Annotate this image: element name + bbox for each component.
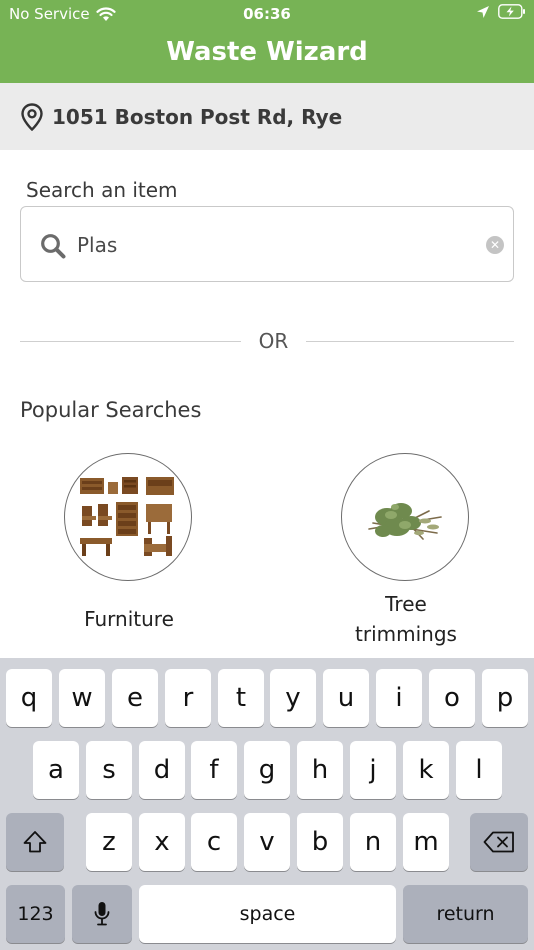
app-title: Waste Wizard: [166, 37, 368, 67]
key-l[interactable]: l: [456, 741, 502, 799]
key-v[interactable]: v: [244, 813, 290, 871]
key-r[interactable]: r: [165, 669, 211, 727]
divider-line-left: [20, 341, 241, 342]
key-u[interactable]: u: [323, 669, 369, 727]
key-c[interactable]: c: [191, 813, 237, 871]
location-address: 1051 Boston Post Rd, Rye: [52, 104, 343, 129]
status-icons: [476, 4, 526, 19]
search-icon: [41, 234, 66, 259]
furniture-image: [64, 453, 192, 581]
key-a[interactable]: a: [33, 741, 79, 799]
key-e[interactable]: e: [112, 669, 158, 727]
shift-arrow-icon: [23, 831, 47, 853]
key-w[interactable]: w: [59, 669, 105, 727]
key-b[interactable]: b: [297, 813, 343, 871]
microphone-icon: [94, 902, 110, 926]
key-g[interactable]: g: [244, 741, 290, 799]
dictation-key[interactable]: [72, 885, 132, 943]
key-n[interactable]: n: [350, 813, 396, 871]
app-header: No Service 06:36 Waste Wizard: [0, 0, 534, 83]
backspace-icon: [483, 831, 514, 853]
key-m[interactable]: m: [403, 813, 449, 871]
search-input[interactable]: [77, 225, 477, 265]
key-j[interactable]: j: [350, 741, 396, 799]
battery-charging-icon: [498, 4, 525, 19]
key-o[interactable]: o: [429, 669, 475, 727]
key-f[interactable]: f: [191, 741, 237, 799]
search-label: Search an item: [26, 178, 178, 202]
popular-item-label-line1: Tree: [385, 592, 427, 616]
key-d[interactable]: d: [139, 741, 185, 799]
location-arrow-icon: [477, 5, 489, 18]
clear-search-icon[interactable]: ✕: [486, 236, 504, 254]
status-bar: No Service 06:36: [0, 0, 534, 28]
map-pin-icon: [18, 102, 46, 132]
key-t[interactable]: t: [218, 669, 264, 727]
key-p[interactable]: p: [482, 669, 528, 727]
key-h[interactable]: h: [297, 741, 343, 799]
key-q[interactable]: q: [6, 669, 52, 727]
key-x[interactable]: x: [139, 813, 185, 871]
return-key[interactable]: return: [403, 885, 528, 943]
divider-line-right: [306, 341, 514, 342]
space-key[interactable]: space: [139, 885, 396, 943]
on-screen-keyboard: q w e r t y u i o p a s d f g h j k l z …: [0, 658, 534, 950]
key-y[interactable]: y: [270, 669, 316, 727]
status-time: 06:36: [243, 5, 291, 23]
or-text: OR: [258, 329, 289, 353]
popular-item-label-line2: trimmings: [355, 622, 457, 646]
or-divider: OR: [20, 326, 514, 358]
popular-item-furniture[interactable]: Furniture: [9, 452, 249, 658]
shift-key[interactable]: [6, 813, 64, 871]
popular-item-label: Furniture: [84, 607, 174, 631]
key-z[interactable]: z: [86, 813, 132, 871]
key-i[interactable]: i: [376, 669, 422, 727]
popular-item-tree-trimmings[interactable]: Tree trimmings: [286, 452, 526, 658]
popular-searches-title: Popular Searches: [20, 398, 202, 422]
search-box[interactable]: ✕: [20, 206, 514, 282]
key-k[interactable]: k: [403, 741, 449, 799]
backspace-key[interactable]: [470, 813, 528, 871]
location-bar[interactable]: 1051 Boston Post Rd, Rye: [0, 83, 534, 150]
key-s[interactable]: s: [86, 741, 132, 799]
numbers-key[interactable]: 123: [6, 885, 65, 943]
tree-trimmings-image: [341, 453, 469, 581]
